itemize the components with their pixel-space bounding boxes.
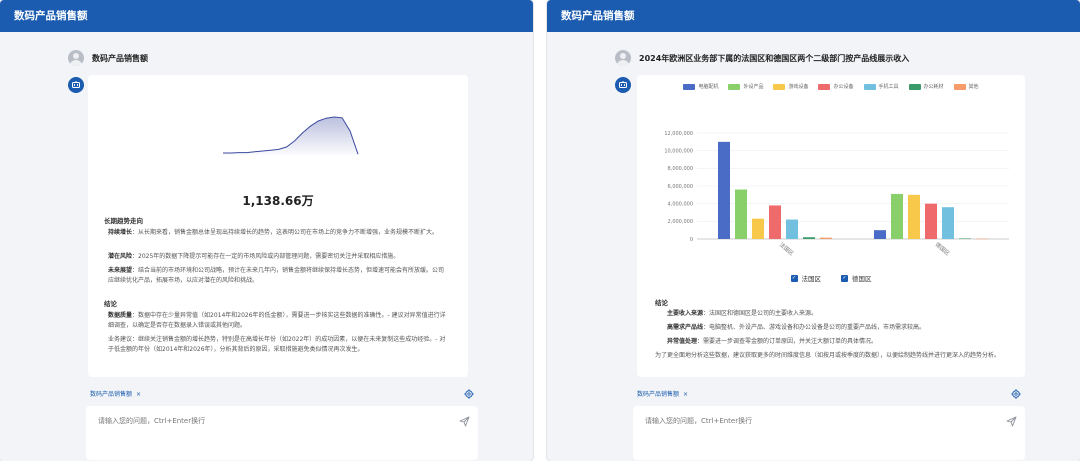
context-tag-label: 数码产品销售额: [637, 390, 680, 398]
question-input-placeholder: 请输入您的问题，Ctrl+Enter换行: [98, 417, 206, 425]
conclusion-item-text: ：数据中存在少量异常值（如2014年和2026年的低金额），需要进一步核实这些数…: [108, 312, 446, 329]
trend-item: 未来展望：结合当前的市场环境和公司战略，预计在未来几年内，销售金额将继续保持增长…: [108, 266, 448, 286]
sales-trend-sparkline: [223, 116, 359, 155]
region-label: 法国区: [801, 275, 822, 283]
x-tick-label: 德国区: [934, 240, 952, 257]
conclusion-item-label: 异常值处理: [667, 338, 698, 345]
composer: 数码产品销售额 × 请输入您的问题，Ctrl+Enter换行: [86, 384, 478, 461]
revenue-bar-chart: 0 2,000,000 4,000,000 6,000,000 8,000,000 10,…: [664, 131, 1009, 257]
trend-item-text: ：2025年的数据下降提示可能存在一定的市场风险或内部管理问题，需要密切关注并采…: [132, 253, 400, 260]
bar[interactable]: [959, 238, 971, 239]
settings-gear-icon[interactable]: [1011, 384, 1021, 403]
bot-avatar-icon: [68, 77, 84, 93]
y-tick-label: 2,000,000: [668, 219, 693, 225]
conclusion-item: 业务建议：继续关注销售金额的增长趋势，特别是在高增长年份（如2022年）的成功因…: [108, 335, 448, 355]
left-chat-panel: 数码产品销售额 数码产品销售额 1,138.66万 长期趋势走向 持续增长：从长…: [0, 0, 533, 461]
question-input-placeholder: 请输入您的问题，Ctrl+Enter换行: [645, 417, 753, 425]
kpi-total-sales: 1,138.66万: [242, 194, 314, 208]
y-tick-label: 12,000,000: [664, 131, 693, 137]
bar[interactable]: [874, 230, 886, 239]
bot-avatar-icon: [615, 77, 631, 93]
bar[interactable]: [908, 194, 920, 239]
y-tick-label: 10,000,000: [664, 148, 693, 154]
tag-row: 数码产品销售额 ×: [633, 384, 1025, 402]
bar[interactable]: [786, 219, 798, 239]
conclusion-item-label: 高需求产品线: [667, 324, 704, 331]
composer: 数码产品销售额 × 请输入您的问题，Ctrl+Enter换行: [633, 384, 1025, 461]
conclusion-item-label: 主要收入来源: [667, 310, 704, 317]
conclusion-item: 主要收入来源：法国区和德国区是公司的主要收入来源。: [667, 309, 1007, 319]
bar[interactable]: [976, 238, 988, 240]
tag-close-icon[interactable]: ×: [683, 391, 688, 398]
bar[interactable]: [735, 189, 747, 239]
user-question: 数码产品销售额: [92, 53, 148, 63]
user-message: 数码产品销售额: [68, 50, 148, 66]
trend-item-text: ：结合当前的市场环境和公司战略，预计在未来几年内，销售金额将继续保持增长态势，但…: [108, 267, 445, 284]
y-tick-label: 4,000,000: [668, 201, 693, 207]
conclusion-item-text: ：法国区和德国区是公司的主要收入来源。: [703, 310, 818, 317]
tag-close-icon[interactable]: ×: [136, 391, 141, 398]
conclusion-item-text: ：电脑整机、外设产品、游戏设备和办公设备是公司的重要产品线，市场需求较高。: [703, 324, 926, 331]
question-input[interactable]: 请输入您的问题，Ctrl+Enter换行: [633, 406, 1025, 460]
user-avatar-icon: [68, 50, 84, 66]
trend-item-label: 持续增长: [108, 229, 133, 236]
trend-item-label: 未来展望: [108, 267, 133, 274]
checkbox-checked-icon[interactable]: ✓: [841, 274, 848, 282]
y-tick-label: 0: [690, 237, 693, 243]
section-title-conclusion: 结论: [655, 299, 668, 307]
conclusion-item-label: 数据质量: [108, 312, 133, 319]
footer-note: 为了更全面地分析这些数据，建议获取更多的时间维度信息（如按月或按季度的数据），以…: [655, 352, 1001, 359]
trend-item-label: 潜在风险: [108, 253, 133, 260]
conclusion-item-text: 业务建议：继续关注销售金额的增长趋势，特别是在高增长年份（如2022年）的成功因…: [108, 336, 446, 353]
bar[interactable]: [718, 141, 730, 239]
region-label: 德国区: [852, 275, 872, 283]
bar[interactable]: [769, 205, 781, 239]
tag-row: 数码产品销售额 ×: [86, 384, 478, 402]
user-message: 2024年欧洲区业务部下属的法国区和德国区两个二级部门按产品线展示收入: [615, 50, 909, 66]
user-avatar-icon: [615, 50, 631, 66]
right-chat-panel: 数码产品销售额 2024年欧洲区业务部下属的法国区和德国区两个二级部门按产品线展…: [547, 0, 1080, 461]
app-title: 数码产品销售额: [547, 0, 1080, 32]
bar[interactable]: [925, 203, 937, 239]
context-tag[interactable]: 数码产品销售额 ×: [637, 389, 688, 398]
bar[interactable]: [820, 237, 832, 239]
send-icon[interactable]: [1006, 412, 1017, 431]
sparkline-area: [223, 117, 358, 155]
context-tag[interactable]: 数码产品销售额 ×: [90, 389, 141, 398]
region-toggle-france[interactable]: ✓ 法国区: [790, 273, 822, 283]
section-title-conclusion: 结论: [104, 300, 117, 308]
bar[interactable]: [891, 193, 903, 239]
trend-item: 持续增长：从长期来看，销售金额总体呈现出持续增长的趋势，这表明公司在市场上的竞争…: [108, 228, 448, 238]
y-tick-label: 8,000,000: [668, 166, 693, 172]
conclusion-item: 数据质量：数据中存在少量异常值（如2014年和2026年的低金额），需要进一步核…: [108, 311, 448, 331]
section-title-trend: 长期趋势走向: [104, 217, 143, 225]
bar[interactable]: [942, 207, 954, 239]
bar[interactable]: [752, 218, 764, 239]
trend-item-text: ：从长期来看，销售金额总体呈现出持续增长的趋势，这表明公司在市场上的竞争力不断增…: [132, 229, 439, 236]
settings-gear-icon[interactable]: [464, 384, 474, 403]
conclusion-item: 异常值处理：需要进一步调查零金额的订单原因，并关注大额订单的具体情况。: [667, 337, 1007, 347]
context-tag-label: 数码产品销售额: [90, 390, 133, 398]
answer-card: 1,138.66万 长期趋势走向 持续增长：从长期来看，销售金额总体呈现出持续增…: [88, 75, 468, 377]
bar[interactable]: [803, 237, 815, 239]
conclusion-item-text: ：需要进一步调查零金额的订单原因，并关注大额订单的具体情况。: [697, 338, 878, 345]
answer-card: 电脑配机 外设产品 游戏设备 办公设备 手机工具 办公耗材 其他 0 2,000,000 4,0…: [637, 75, 1025, 377]
user-question: 2024年欧洲区业务部下属的法国区和德国区两个二级部门按产品线展示收入: [639, 53, 910, 63]
conclusion-item: 高需求产品线：电脑整机、外设产品、游戏设备和办公设备是公司的重要产品线，市场需求…: [667, 323, 1007, 333]
region-toggle-germany[interactable]: ✓ 德国区: [841, 273, 872, 283]
app-title: 数码产品销售额: [0, 0, 533, 32]
region-legend: ✓ 法国区 ✓ 德国区: [637, 273, 1025, 283]
y-tick-label: 6,000,000: [668, 184, 693, 190]
checkbox-checked-icon[interactable]: ✓: [790, 274, 798, 282]
x-tick-label: 法国区: [778, 240, 796, 257]
send-icon[interactable]: [459, 412, 470, 431]
question-input[interactable]: 请输入您的问题，Ctrl+Enter换行: [86, 406, 478, 460]
trend-item: 潜在风险：2025年的数据下降提示可能存在一定的市场风险或内部管理问题，需要密切…: [108, 252, 448, 262]
